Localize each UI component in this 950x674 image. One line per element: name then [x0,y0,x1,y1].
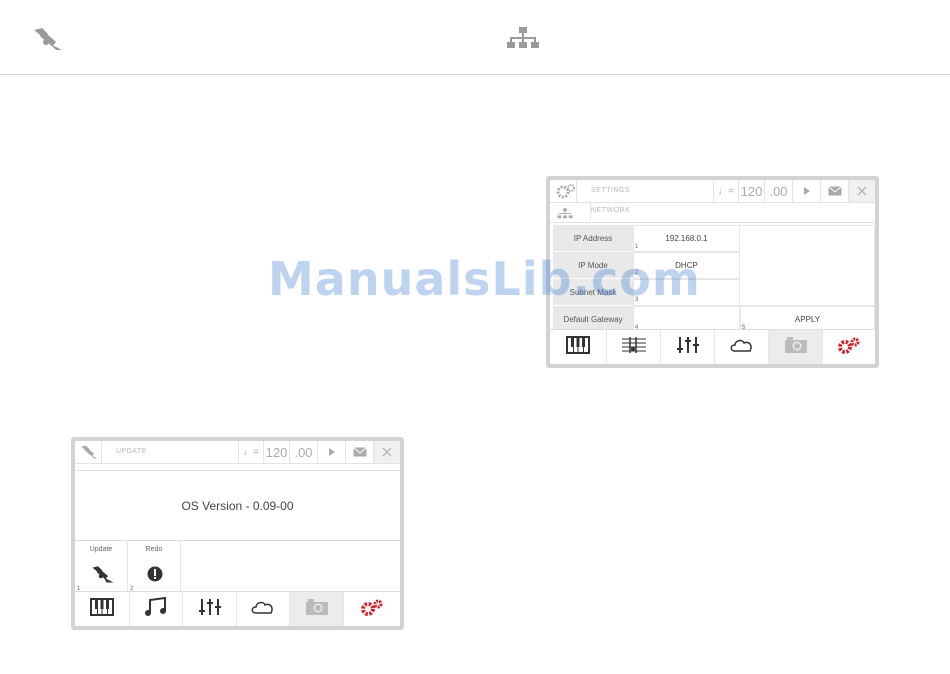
close-icon [857,184,867,199]
play-icon [328,445,336,460]
nav-cloud[interactable] [714,330,768,364]
redo-label: Redo [145,546,163,553]
camera-icon [784,336,808,359]
envelope-icon [352,445,367,460]
metronome-button[interactable]: ♩= [238,441,263,463]
close-icon [382,445,392,460]
nav-cloud[interactable] [236,592,289,626]
tempo-display[interactable]: 120 [738,180,764,202]
play-button[interactable] [792,180,820,202]
network-icon [506,27,540,54]
camera-icon [305,598,329,621]
row-index: 1 [635,244,639,250]
mode-title-area: UPDATE [101,441,238,463]
watermark: ManualsLib.com [268,252,701,306]
piano-icon [90,597,114,621]
ip-address-label: IP Address [553,225,633,252]
music-note-icon [144,596,168,622]
mode-title-area: SETTINGS [576,180,713,202]
note-icon: ♩= [243,446,259,458]
nav-settings[interactable] [343,592,400,626]
nav-mixer[interactable] [660,330,714,364]
update-button[interactable]: Update 1 [75,540,128,594]
nav-sequencer[interactable] [606,330,660,364]
nav-keyboard[interactable] [75,592,129,626]
tempo-display[interactable]: 120 [263,441,289,463]
update-icon [91,564,115,589]
tempo-decimal-display[interactable]: .00 [764,180,792,202]
update-label: Update [89,546,113,553]
empty-area [740,225,875,306]
nav-camera[interactable] [768,330,822,364]
nav-mixer[interactable] [182,592,236,626]
wrench-satellite-icon[interactable] [80,444,100,465]
ip-address-value[interactable]: 192.168.0.1 [633,225,740,252]
nav-music[interactable] [129,592,182,626]
play-icon [803,184,811,199]
mixer-icon [676,335,700,360]
gears-icon [836,336,862,359]
nav-keyboard[interactable] [550,330,606,364]
cloud-icon [729,337,755,358]
message-button[interactable] [345,441,373,463]
wrench-satellite-icon [32,26,66,57]
bottom-nav [75,591,400,626]
cloud-icon [250,599,276,620]
gears-icon [359,598,385,621]
close-button[interactable] [373,441,400,463]
mode-label: SETTINGS [591,187,631,194]
nav-camera[interactable] [289,592,343,626]
redo-button[interactable]: Redo 2 [128,540,181,594]
metronome-button[interactable]: ♩= [713,180,738,202]
network-icon [557,206,573,224]
update-screen: UPDATE ♩= 120 .00 OS Version - 0.09-00 U… [71,437,404,630]
mixer-icon [198,597,222,622]
page-label: NETWORK [590,201,630,221]
mode-label: UPDATE [116,448,147,455]
tempo-decimal-display[interactable]: .00 [289,441,317,463]
envelope-icon [827,184,842,199]
top-bar: SETTINGS ♩= 120 .00 [550,180,875,203]
exclamation-icon [147,566,163,587]
note-icon: ♩= [718,185,734,197]
page-header [0,0,950,75]
gear-icon[interactable] [556,183,576,204]
top-bar: UPDATE ♩= 120 .00 [75,441,400,464]
bottom-nav [550,329,875,364]
nav-settings[interactable] [822,330,875,364]
close-button[interactable] [848,180,875,202]
message-button[interactable] [820,180,848,202]
play-button[interactable] [317,441,345,463]
sub-bar: NETWORK [550,201,875,224]
piano-icon [566,335,590,359]
os-version-display: OS Version - 0.09-00 [75,470,400,541]
staff-icon [621,335,647,360]
